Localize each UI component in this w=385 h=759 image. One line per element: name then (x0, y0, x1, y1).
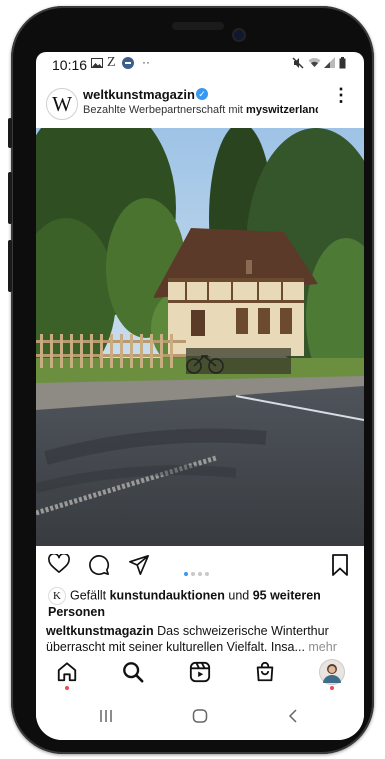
account-avatar[interactable]: W (46, 88, 78, 120)
search-icon[interactable] (122, 661, 144, 688)
side-button-power (8, 172, 12, 224)
profile-notification-dot (330, 686, 334, 690)
carousel-dot (191, 572, 195, 576)
signal-icon (324, 57, 335, 71)
reels-icon[interactable] (189, 661, 211, 688)
comment-icon[interactable] (88, 554, 110, 581)
home-notification-dot (65, 686, 69, 690)
share-send-icon[interactable] (128, 554, 150, 581)
likes-middle: und (224, 588, 253, 603)
carousel-dot (198, 572, 202, 576)
caption-more-link[interactable]: mehr (305, 640, 336, 654)
status-time: 10:16 (52, 57, 88, 73)
earpiece (172, 22, 224, 30)
liker-avatar[interactable]: K (48, 587, 66, 605)
front-camera (234, 30, 244, 40)
carousel-dot (205, 572, 209, 576)
system-navigation-bar (36, 697, 364, 740)
recent-apps-icon[interactable] (98, 709, 114, 728)
z-icon: Z (107, 55, 116, 70)
post-header: W weltkunstmagazin ✓ Bezahlte Werbepartn… (36, 82, 364, 128)
shop-icon[interactable] (254, 661, 276, 688)
account-username[interactable]: weltkunstmagazin (83, 87, 195, 102)
sponsor-line: Bezahlte Werbepartnerschaft mit myswitze… (83, 104, 318, 116)
gallery-icon (91, 57, 103, 71)
bottom-tab-bar (36, 655, 364, 693)
post-photo[interactable] (36, 98, 364, 546)
home-icon[interactable] (56, 661, 78, 688)
carousel-dot-active (184, 572, 188, 576)
battery-icon (339, 57, 346, 72)
back-icon[interactable] (288, 709, 298, 728)
carousel-indicator (184, 563, 212, 581)
post-caption: weltkunstmagazin Das schweizerische Wint… (46, 623, 358, 655)
sponsor-prefix: Bezahlte Werbepartnerschaft mit (83, 104, 247, 116)
save-bookmark-icon[interactable] (331, 554, 349, 581)
side-button-volume (8, 118, 12, 148)
home-nav-icon[interactable] (192, 709, 208, 728)
caption-username[interactable]: weltkunstmagazin (46, 624, 154, 638)
likes-prefix: Gefällt (70, 588, 110, 603)
post-options-icon[interactable]: ⋮ (332, 86, 350, 104)
status-bar: 10:16 Z ·· (36, 52, 364, 76)
like-heart-icon[interactable] (48, 552, 70, 579)
wifi-icon (308, 57, 321, 71)
sponsor-partner-link[interactable]: myswitzerland (246, 104, 318, 116)
likes-line: K Gefällt kunstundauktionen und 95 weiter… (48, 587, 358, 620)
verified-badge-icon: ✓ (196, 88, 208, 100)
news-icon (122, 57, 134, 72)
mute-icon (292, 57, 304, 72)
liker-username[interactable]: kunstundauktionen (110, 588, 225, 602)
side-button-bixby (8, 240, 12, 292)
post-actions (36, 552, 364, 580)
screen: 10:16 Z ·· W weltkunstmagazin ✓ Bezahlte… (36, 52, 364, 740)
more-icon: ·· (142, 55, 150, 69)
